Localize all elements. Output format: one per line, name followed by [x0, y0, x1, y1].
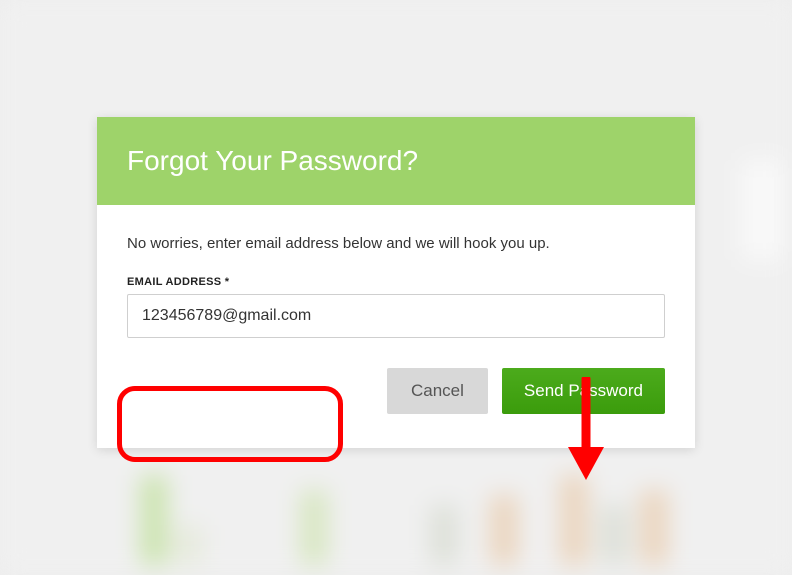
email-label: EMAIL ADDRESS *	[127, 276, 665, 288]
modal-header: Forgot Your Password?	[97, 117, 695, 205]
helper-text: No worries, enter email address below an…	[127, 235, 665, 252]
cancel-button[interactable]: Cancel	[387, 368, 488, 414]
forgot-password-modal: Forgot Your Password? No worries, enter …	[97, 117, 695, 448]
modal-body: No worries, enter email address below an…	[97, 205, 695, 448]
modal-title: Forgot Your Password?	[127, 145, 665, 177]
email-field[interactable]	[127, 294, 665, 338]
send-password-button[interactable]: Send Password	[502, 368, 665, 414]
button-row: Cancel Send Password	[127, 368, 665, 414]
